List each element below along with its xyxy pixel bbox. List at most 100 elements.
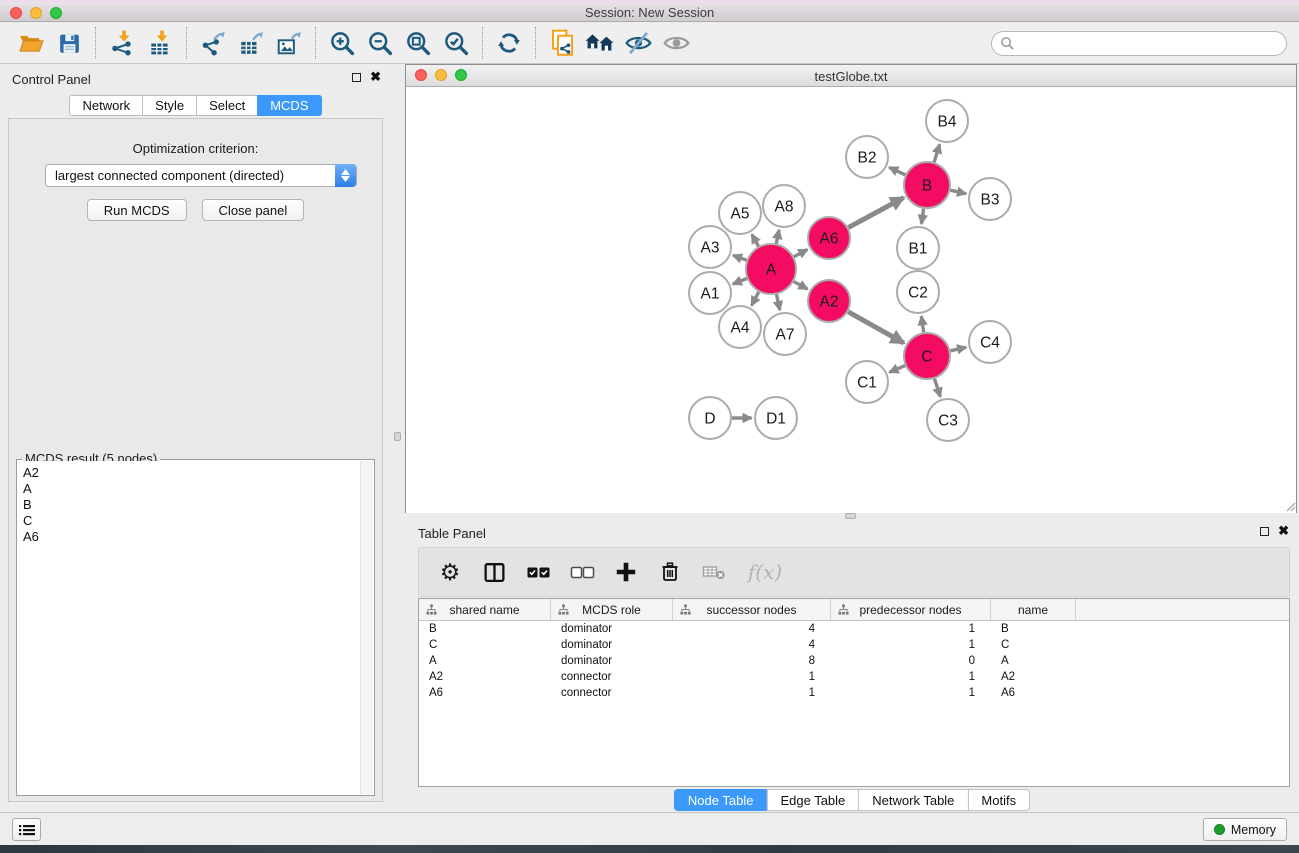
- save-session-button[interactable]: [50, 26, 88, 60]
- result-item[interactable]: B: [23, 497, 360, 513]
- node-B4[interactable]: B4: [926, 100, 968, 142]
- float-panel-icon[interactable]: [352, 73, 361, 82]
- tab-network-table[interactable]: Network Table: [858, 789, 967, 811]
- export-table-button[interactable]: [232, 26, 270, 60]
- node-A5[interactable]: A5: [719, 192, 761, 234]
- function-builder-button[interactable]: f(x): [743, 557, 787, 587]
- result-item[interactable]: C: [23, 513, 360, 529]
- close-panel-button[interactable]: Close panel: [202, 199, 305, 221]
- tab-select[interactable]: Select: [196, 95, 257, 116]
- edge-C-C2[interactable]: [921, 316, 923, 332]
- vertical-split-divider[interactable]: [391, 64, 405, 812]
- select-all-button[interactable]: [523, 557, 553, 587]
- criterion-dropdown[interactable]: largest connected component (directed): [45, 164, 357, 187]
- table-row[interactable]: Cdominator41C: [419, 637, 1289, 653]
- node-B[interactable]: B: [904, 162, 950, 208]
- zoom-selected-button[interactable]: [437, 26, 475, 60]
- show-columns-button[interactable]: [479, 557, 509, 587]
- memory-button[interactable]: Memory: [1203, 818, 1287, 841]
- column-header-shared-name[interactable]: shared name: [419, 599, 551, 621]
- edge-A-A2[interactable]: [794, 282, 808, 290]
- delete-table-button[interactable]: [699, 557, 729, 587]
- deselect-all-button[interactable]: [567, 557, 597, 587]
- tab-mcds[interactable]: MCDS: [257, 95, 321, 116]
- node-C4[interactable]: C4: [969, 321, 1011, 363]
- node-C3[interactable]: C3: [927, 399, 969, 441]
- edge-A-A1[interactable]: [733, 279, 747, 285]
- close-panel-icon[interactable]: ✖: [370, 72, 381, 82]
- node-A2[interactable]: A2: [808, 280, 850, 322]
- show-all-button[interactable]: [657, 26, 695, 60]
- edge-C-C4[interactable]: [950, 347, 966, 350]
- result-item[interactable]: A6: [23, 529, 360, 545]
- node-A1[interactable]: A1: [689, 272, 731, 314]
- close-panel-icon[interactable]: ✖: [1278, 526, 1289, 536]
- edge-A-A8[interactable]: [776, 230, 779, 244]
- node-D1[interactable]: D1: [755, 397, 797, 439]
- node-C1[interactable]: C1: [846, 361, 888, 403]
- hide-selected-button[interactable]: [619, 26, 657, 60]
- column-header-predecessor-nodes[interactable]: predecessor nodes: [831, 599, 991, 621]
- zoom-out-button[interactable]: [361, 26, 399, 60]
- resize-grip-icon[interactable]: [1284, 500, 1296, 512]
- import-network-button[interactable]: [103, 26, 141, 60]
- node-A[interactable]: A: [746, 244, 796, 294]
- export-image-button[interactable]: [270, 26, 308, 60]
- divider-grip[interactable]: [394, 432, 401, 441]
- result-item[interactable]: A: [23, 481, 360, 497]
- table-row[interactable]: A6connector11A6: [419, 685, 1289, 701]
- node-A7[interactable]: A7: [764, 313, 806, 355]
- horizontal-split-divider[interactable]: [405, 513, 1299, 520]
- column-header-successor-nodes[interactable]: successor nodes: [673, 599, 831, 621]
- table-row[interactable]: Bdominator41B: [419, 621, 1289, 637]
- node-A6[interactable]: A6: [808, 217, 850, 259]
- tab-style[interactable]: Style: [142, 95, 196, 116]
- refresh-view-button[interactable]: [490, 26, 528, 60]
- table-settings-button[interactable]: ⚙: [435, 557, 465, 587]
- zoom-in-button[interactable]: [323, 26, 361, 60]
- search-input[interactable]: [991, 31, 1287, 56]
- float-panel-icon[interactable]: [1260, 527, 1269, 536]
- edge-A-A7[interactable]: [776, 294, 779, 310]
- table-row[interactable]: A2connector11A2: [419, 669, 1289, 685]
- node-A3[interactable]: A3: [689, 226, 731, 268]
- node-A4[interactable]: A4: [719, 306, 761, 348]
- edge-A-A5[interactable]: [752, 234, 759, 246]
- edge-A-A6[interactable]: [794, 250, 807, 257]
- result-scrollbar[interactable]: [360, 461, 373, 794]
- show-task-history-button[interactable]: [12, 818, 41, 841]
- edge-C-C3[interactable]: [934, 379, 940, 397]
- node-C[interactable]: C: [904, 333, 950, 379]
- network-window-titlebar[interactable]: testGlobe.txt: [406, 65, 1296, 87]
- mcds-result-list[interactable]: A2ABCA6: [18, 461, 360, 794]
- tab-edge-table[interactable]: Edge Table: [766, 789, 858, 811]
- zoom-fit-button[interactable]: [399, 26, 437, 60]
- node-D[interactable]: D: [689, 397, 731, 439]
- run-mcds-button[interactable]: Run MCDS: [87, 199, 187, 221]
- edge-B-B3[interactable]: [950, 190, 966, 193]
- edge-B-B1[interactable]: [921, 209, 923, 224]
- import-table-button[interactable]: [141, 26, 179, 60]
- create-column-button[interactable]: [611, 557, 641, 587]
- tab-motifs[interactable]: Motifs: [967, 789, 1030, 811]
- edge-B-B4[interactable]: [934, 144, 940, 162]
- edge-C-C1[interactable]: [889, 366, 904, 373]
- node-A8[interactable]: A8: [763, 185, 805, 227]
- column-header-MCDS-role[interactable]: MCDS role: [551, 599, 673, 621]
- tab-node-table[interactable]: Node Table: [674, 789, 767, 811]
- tab-network[interactable]: Network: [69, 95, 142, 116]
- column-header-name[interactable]: name: [991, 599, 1076, 621]
- open-session-button[interactable]: [12, 26, 50, 60]
- edge-A6-B[interactable]: [848, 198, 903, 228]
- edge-A-A3[interactable]: [733, 255, 746, 260]
- network-graph-canvas[interactable]: B4B2BB3A8A5A6B1A3AA1C2A2A4A7C4CC1C3DD1: [406, 88, 1296, 513]
- return-home-button[interactable]: [581, 26, 619, 60]
- open-network-document-button[interactable]: [543, 26, 581, 60]
- export-network-button[interactable]: [194, 26, 232, 60]
- node-B3[interactable]: B3: [969, 178, 1011, 220]
- delete-columns-button[interactable]: [655, 557, 685, 587]
- divider-grip[interactable]: [845, 513, 856, 519]
- node-B1[interactable]: B1: [897, 227, 939, 269]
- result-item[interactable]: A2: [23, 465, 360, 481]
- node-C2[interactable]: C2: [897, 271, 939, 313]
